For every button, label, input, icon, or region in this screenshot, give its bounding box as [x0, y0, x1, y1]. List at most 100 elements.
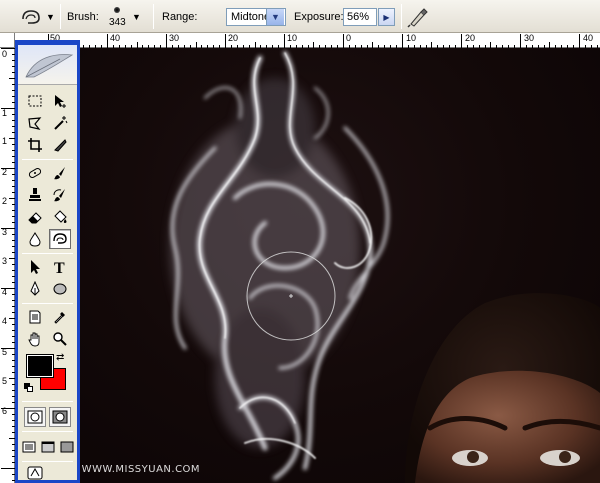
tools-palette-header[interactable]	[18, 45, 77, 85]
ruler-tick	[461, 34, 462, 48]
marquee-icon	[28, 95, 42, 107]
ruler-tick	[1, 468, 15, 469]
ruler-tick	[225, 34, 226, 48]
foreground-color-swatch[interactable]	[26, 354, 54, 378]
default-colors-icon[interactable]	[24, 383, 34, 393]
ruler-vertical[interactable]: 011223344556	[0, 48, 15, 483]
ruler-label: 40	[110, 33, 121, 43]
screen-mode-icon	[41, 441, 55, 453]
ruler-tick	[1, 168, 15, 169]
hand-icon	[28, 332, 40, 347]
options-bar: ▼ Brush: 343 ▼ Range: Midtones ▼ Exposur…	[0, 0, 600, 33]
ruler-label: 1	[2, 108, 8, 118]
ruler-tick	[579, 34, 580, 48]
chevron-down-icon: ▼	[132, 12, 141, 22]
standard-screen-mode-button[interactable]	[20, 437, 38, 457]
ruler-label: 4	[2, 316, 8, 326]
imageready-icon	[27, 466, 43, 480]
lasso-tool[interactable]	[24, 113, 46, 133]
path-selection-tool[interactable]	[24, 257, 46, 277]
quick-mask-mode-button[interactable]	[49, 407, 71, 427]
history-brush-tool[interactable]	[49, 185, 71, 205]
jump-to-imageready-button[interactable]	[24, 463, 46, 483]
ruler-label: 30	[169, 33, 180, 43]
type-tool[interactable]: T	[49, 257, 71, 277]
standard-mode-button[interactable]	[24, 407, 46, 427]
pen-icon	[30, 281, 40, 296]
document-canvas[interactable]: 思缘设计论坛 WWW.MISSYUAN.COM	[15, 48, 600, 483]
brush-tool[interactable]	[49, 163, 71, 183]
exposure-slider-button[interactable]: ▶	[378, 8, 395, 26]
smoke-image	[170, 51, 600, 483]
range-dropdown-button[interactable]: ▼	[266, 9, 284, 25]
hand-tool[interactable]	[24, 329, 46, 349]
pen-tool[interactable]	[24, 279, 46, 299]
swap-colors-icon[interactable]: ⇄	[56, 353, 64, 363]
magic-wand-tool[interactable]	[49, 113, 71, 133]
type-icon: T	[54, 260, 65, 275]
divider	[153, 4, 154, 29]
healing-brush-tool[interactable]	[24, 163, 46, 183]
zoom-tool[interactable]	[49, 329, 71, 349]
ruler-tick	[284, 34, 285, 48]
ruler-label: 10	[287, 33, 298, 43]
full-screen-menu-mode-button[interactable]	[39, 437, 57, 457]
eraser-icon	[28, 212, 42, 224]
tools-palette: T ⇄	[15, 40, 80, 483]
screen-mode-icon	[60, 441, 74, 453]
paint-bucket-icon	[54, 210, 67, 223]
exposure-input[interactable]: 56%	[343, 8, 377, 26]
brush-label: Brush:	[67, 11, 99, 23]
arrow-cursor-icon	[31, 260, 40, 274]
ruler-horizontal[interactable]: 50 40 30 20 10 0 10 20 30 40	[0, 33, 600, 48]
feather-icon	[25, 54, 74, 78]
ruler-tick	[166, 34, 167, 48]
divider	[401, 4, 402, 29]
eyedropper-tool[interactable]	[49, 307, 71, 327]
eraser-tool[interactable]	[24, 207, 46, 227]
divider	[60, 4, 61, 29]
history-brush-icon	[53, 189, 65, 202]
ruler-corner[interactable]	[0, 33, 15, 48]
brush-size: 343	[109, 17, 126, 28]
ruler-label: 4	[2, 287, 8, 297]
ruler-label: 5	[2, 376, 8, 386]
move-tool[interactable]	[49, 91, 71, 111]
ruler-label: 2	[2, 196, 8, 206]
blur-tool[interactable]	[24, 229, 46, 249]
ruler-label: 3	[2, 256, 8, 266]
ruler-tick	[402, 34, 403, 48]
paintbrush-icon	[54, 167, 65, 180]
brush-picker[interactable]: 343 ▼	[104, 3, 144, 31]
brush-dot-icon	[114, 7, 120, 13]
ruler-tick	[520, 34, 521, 48]
magic-wand-icon	[54, 116, 68, 130]
paint-bucket-tool[interactable]	[49, 207, 71, 227]
tool-preset-picker[interactable]: ▼	[20, 7, 56, 27]
marquee-tool[interactable]	[24, 91, 46, 111]
screen-mode-icon	[22, 441, 36, 453]
burn-tool[interactable]	[49, 229, 71, 249]
ruler-tick	[1, 408, 15, 409]
divider	[22, 303, 73, 304]
notes-tool[interactable]	[24, 307, 46, 327]
lasso-icon	[28, 117, 42, 130]
full-screen-mode-button[interactable]	[58, 437, 76, 457]
quick-mask-icon	[52, 410, 68, 424]
divider	[22, 159, 73, 160]
ruler-label: 2	[2, 167, 8, 177]
slice-tool[interactable]	[49, 135, 71, 155]
divider	[22, 461, 73, 462]
airbrush-button[interactable]	[406, 6, 430, 28]
ellipse-icon	[53, 283, 67, 295]
clone-stamp-tool[interactable]	[24, 185, 46, 205]
ruler-label: 1	[2, 136, 8, 146]
ellipse-tool[interactable]	[49, 279, 71, 299]
ruler-label: 30	[524, 33, 535, 43]
exposure-label: Exposure:	[294, 11, 344, 23]
crop-tool[interactable]	[24, 135, 46, 155]
ruler-tick	[1, 288, 15, 289]
chevron-down-icon: ▼	[271, 12, 280, 22]
drop-icon	[29, 232, 41, 247]
burn-tool-icon	[22, 10, 40, 24]
